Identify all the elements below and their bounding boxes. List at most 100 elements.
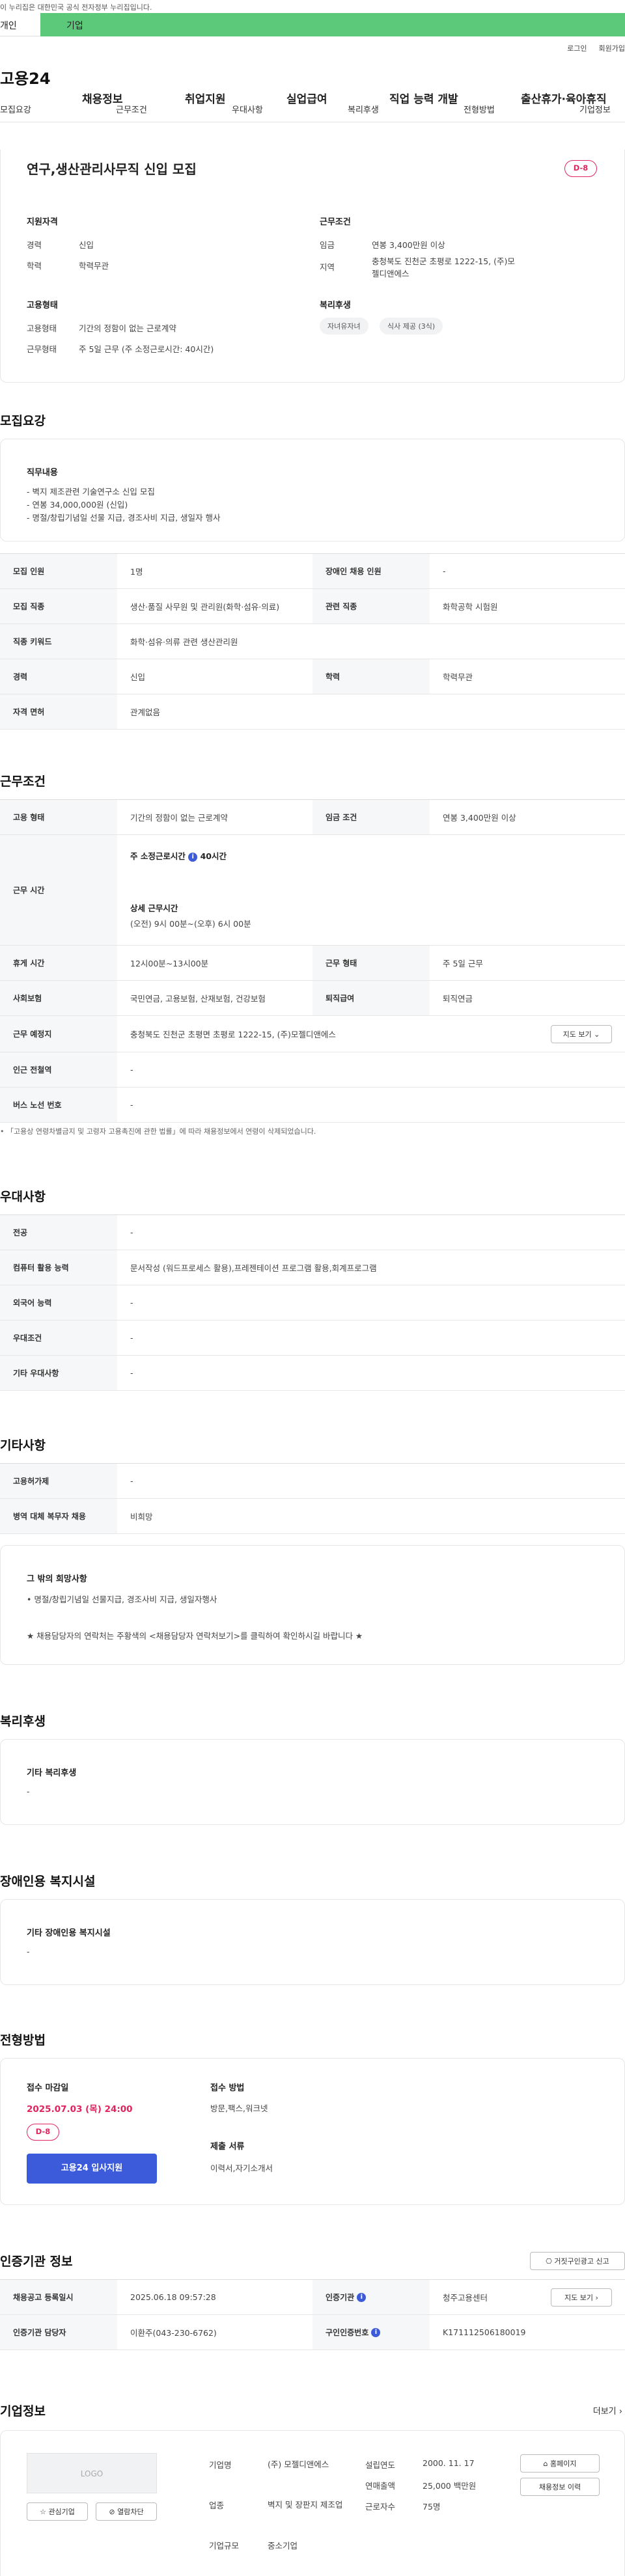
more-link-label: 더보기 [592, 2407, 617, 2417]
company-logo: LOGO [27, 2453, 157, 2493]
disabled-box-title: 기타 장애인용 복지시설 [27, 1928, 111, 1938]
hours-detail-label: 상세 근무시간 [130, 903, 178, 913]
tab-screening[interactable]: 전형방법 [464, 103, 495, 115]
work-heading: 근무조건 [0, 774, 46, 789]
th-license: 자격 면허 [0, 694, 117, 729]
screening-heading: 전형방법 [0, 2033, 46, 2048]
name-value: (주) 모젤디앤에스 [268, 2460, 329, 2469]
cert-heading: 인증기관 정보 [0, 2254, 73, 2269]
table-row: 사회보험 국민연금, 고용보험, 산재보험, 건강보험 퇴직급여 퇴직연금 [0, 981, 625, 1016]
cond-label-area: 지역 [320, 262, 335, 272]
map-button[interactable]: 지도 보기 ⌄ [551, 1025, 612, 1043]
td-related: 화학공학 시험원 [443, 602, 498, 612]
table-row: 자격 면허 관계없음 [0, 694, 625, 730]
th-insurance: 사회보험 [0, 981, 117, 1015]
tab-company[interactable]: 기업정보 [579, 103, 611, 115]
tab-recruit[interactable]: 모집요강 [0, 103, 31, 115]
tab-work[interactable]: 근무조건 [116, 103, 147, 115]
wish-line: • 명절/창립기념일 선물지급, 경조사비 지급, 생일자행사 [27, 1595, 217, 1604]
td-org: 청주고용센터 [443, 2293, 488, 2303]
info-icon[interactable]: i [188, 852, 198, 862]
map-button-label: 지도 보기 [562, 1030, 592, 1039]
td-wage: 연봉 3,400만원 이상 [443, 813, 516, 823]
cond-label-wage: 임금 [320, 240, 335, 250]
qual-label-edu: 학력 [27, 261, 42, 271]
qual-title: 지원자격 [27, 217, 58, 227]
cert-table: 채용공고 등록일시 2025.06.18 09:57:28 인증기관 i 청주고… [0, 2279, 625, 2350]
table-row: 외국어 능력 - [0, 1285, 625, 1321]
block-icon: ⊘ [109, 2507, 115, 2516]
map-button-label: 지도 보기 [564, 2294, 594, 2302]
table-row: 근무 시간 주 소정근로시간 i 40시간 상세 근무시간 (오전) 9시 00… [0, 835, 625, 946]
td-station: - [130, 1065, 133, 1075]
th-military: 병역 대체 복무자 채용 [0, 1499, 117, 1533]
info-icon[interactable]: i [357, 2292, 367, 2302]
homepage-button[interactable]: ⌂ 홈페이지 [520, 2454, 600, 2473]
td-bus: - [130, 1100, 133, 1110]
td-emp-type: 기간의 정함이 없는 근로계약 [130, 813, 228, 823]
welfare-tag: 식사 제공 (3식) [380, 318, 443, 335]
block-button[interactable]: ⊘ 열람차단 [96, 2502, 157, 2521]
fav-company-button[interactable]: ☆ 관심기업 [27, 2502, 88, 2521]
size-label: 기업규모 [209, 2541, 240, 2551]
th-cert-num-label: 구인인증번호 [326, 2328, 369, 2337]
info-icon[interactable]: i [371, 2327, 381, 2337]
td-pref-etc: - [130, 1368, 133, 1378]
report-button[interactable]: ⎔ 거짓구인광고 신고 [530, 2252, 625, 2270]
chevron-right-icon: › [618, 2407, 622, 2417]
etc-table: 고용허가제 - 병역 대체 복무자 채용 비희망 [0, 1463, 625, 1534]
th-headcount: 모집 인원 [0, 554, 117, 588]
welfare-box-title: 기타 복리후생 [27, 1768, 77, 1778]
deadline-value: 2025.07.03 (목) 24:00 [27, 2104, 133, 2115]
utility-bar: 로그인 회원가입 [0, 36, 625, 60]
tab-pref[interactable]: 우대사항 [232, 103, 263, 115]
site-logo[interactable]: 고용24 [0, 66, 81, 89]
th-break: 휴게 시간 [0, 946, 117, 980]
td-military: 비희망 [130, 1512, 153, 1522]
td-headcount: 1명 [130, 567, 143, 577]
industry-label: 업종 [209, 2501, 225, 2510]
td-severance: 퇴직연금 [443, 994, 473, 1004]
th-edu: 학력 [312, 659, 430, 694]
tab-welfare[interactable]: 복리후생 [348, 103, 379, 115]
emp-label-type: 고용형태 [27, 323, 57, 333]
th-pref-cond: 우대조건 [0, 1321, 117, 1355]
th-emp-type: 고용 형태 [0, 800, 117, 834]
table-row: 전공 - [0, 1215, 625, 1250]
more-link[interactable]: 더보기 › [593, 2404, 622, 2417]
th-shift: 근무 형태 [312, 946, 430, 980]
hours-cell: 주 소정근로시간 i 40시간 상세 근무시간 (오전) 9시 00분~(오후)… [117, 835, 625, 945]
user-type-tabs: 개인 기업 [0, 13, 625, 36]
tab-personal[interactable]: 개인 [0, 13, 40, 36]
th-permit: 고용허가제 [0, 1464, 117, 1498]
industry-value: 벽지 및 장판지 제조업 [268, 2500, 343, 2510]
table-row: 병역 대체 복무자 채용 비희망 [0, 1499, 625, 1534]
th-cert-num: 구인인증번호 i [312, 2315, 430, 2350]
th-major: 전공 [0, 1215, 117, 1250]
th-pref-etc: 기타 우대사항 [0, 1356, 117, 1390]
join-link[interactable]: 회원가입 [599, 43, 625, 53]
emp-title: 고용형태 [27, 301, 58, 310]
docs-title: 제출 서류 [210, 2142, 245, 2152]
emp-value-type: 기간의 정함이 없는 근로계약 [79, 323, 176, 333]
method-title: 접수 방법 [210, 2083, 245, 2093]
disabled-heading: 장애인용 복지시설 [0, 1874, 96, 1889]
tab-company[interactable]: 기업 [40, 13, 625, 36]
company-heading: 기업정보 [0, 2404, 46, 2418]
table-row: 고용허가제 - [0, 1464, 625, 1499]
td-pref-cond: - [130, 1333, 133, 1343]
login-link[interactable]: 로그인 [567, 43, 587, 53]
chevron-right-icon: › [595, 2293, 598, 2302]
docs-value: 이력서,자기소개서 [210, 2163, 273, 2173]
history-button[interactable]: 채용정보 이력 [520, 2478, 600, 2496]
wish-title: 그 밖의 희망사항 [27, 1574, 87, 1584]
apply-button[interactable]: 고용24 입사지원 [27, 2154, 157, 2184]
chevron-down-icon: ⌄ [594, 1030, 600, 1039]
th-place: 근무 예정지 [0, 1016, 117, 1052]
year-label: 설립연도 [365, 2460, 396, 2470]
td-major: - [130, 1227, 133, 1237]
map-button[interactable]: 지도 보기 › [551, 2288, 612, 2307]
td-insurance: 국민연금, 고용보험, 산재보험, 건강보험 [130, 994, 266, 1004]
job-title: 연구,생산관리사무직 신입 모집 [27, 161, 197, 177]
table-row: 채용공고 등록일시 2025.06.18 09:57:28 인증기관 i 청주고… [0, 2280, 625, 2315]
